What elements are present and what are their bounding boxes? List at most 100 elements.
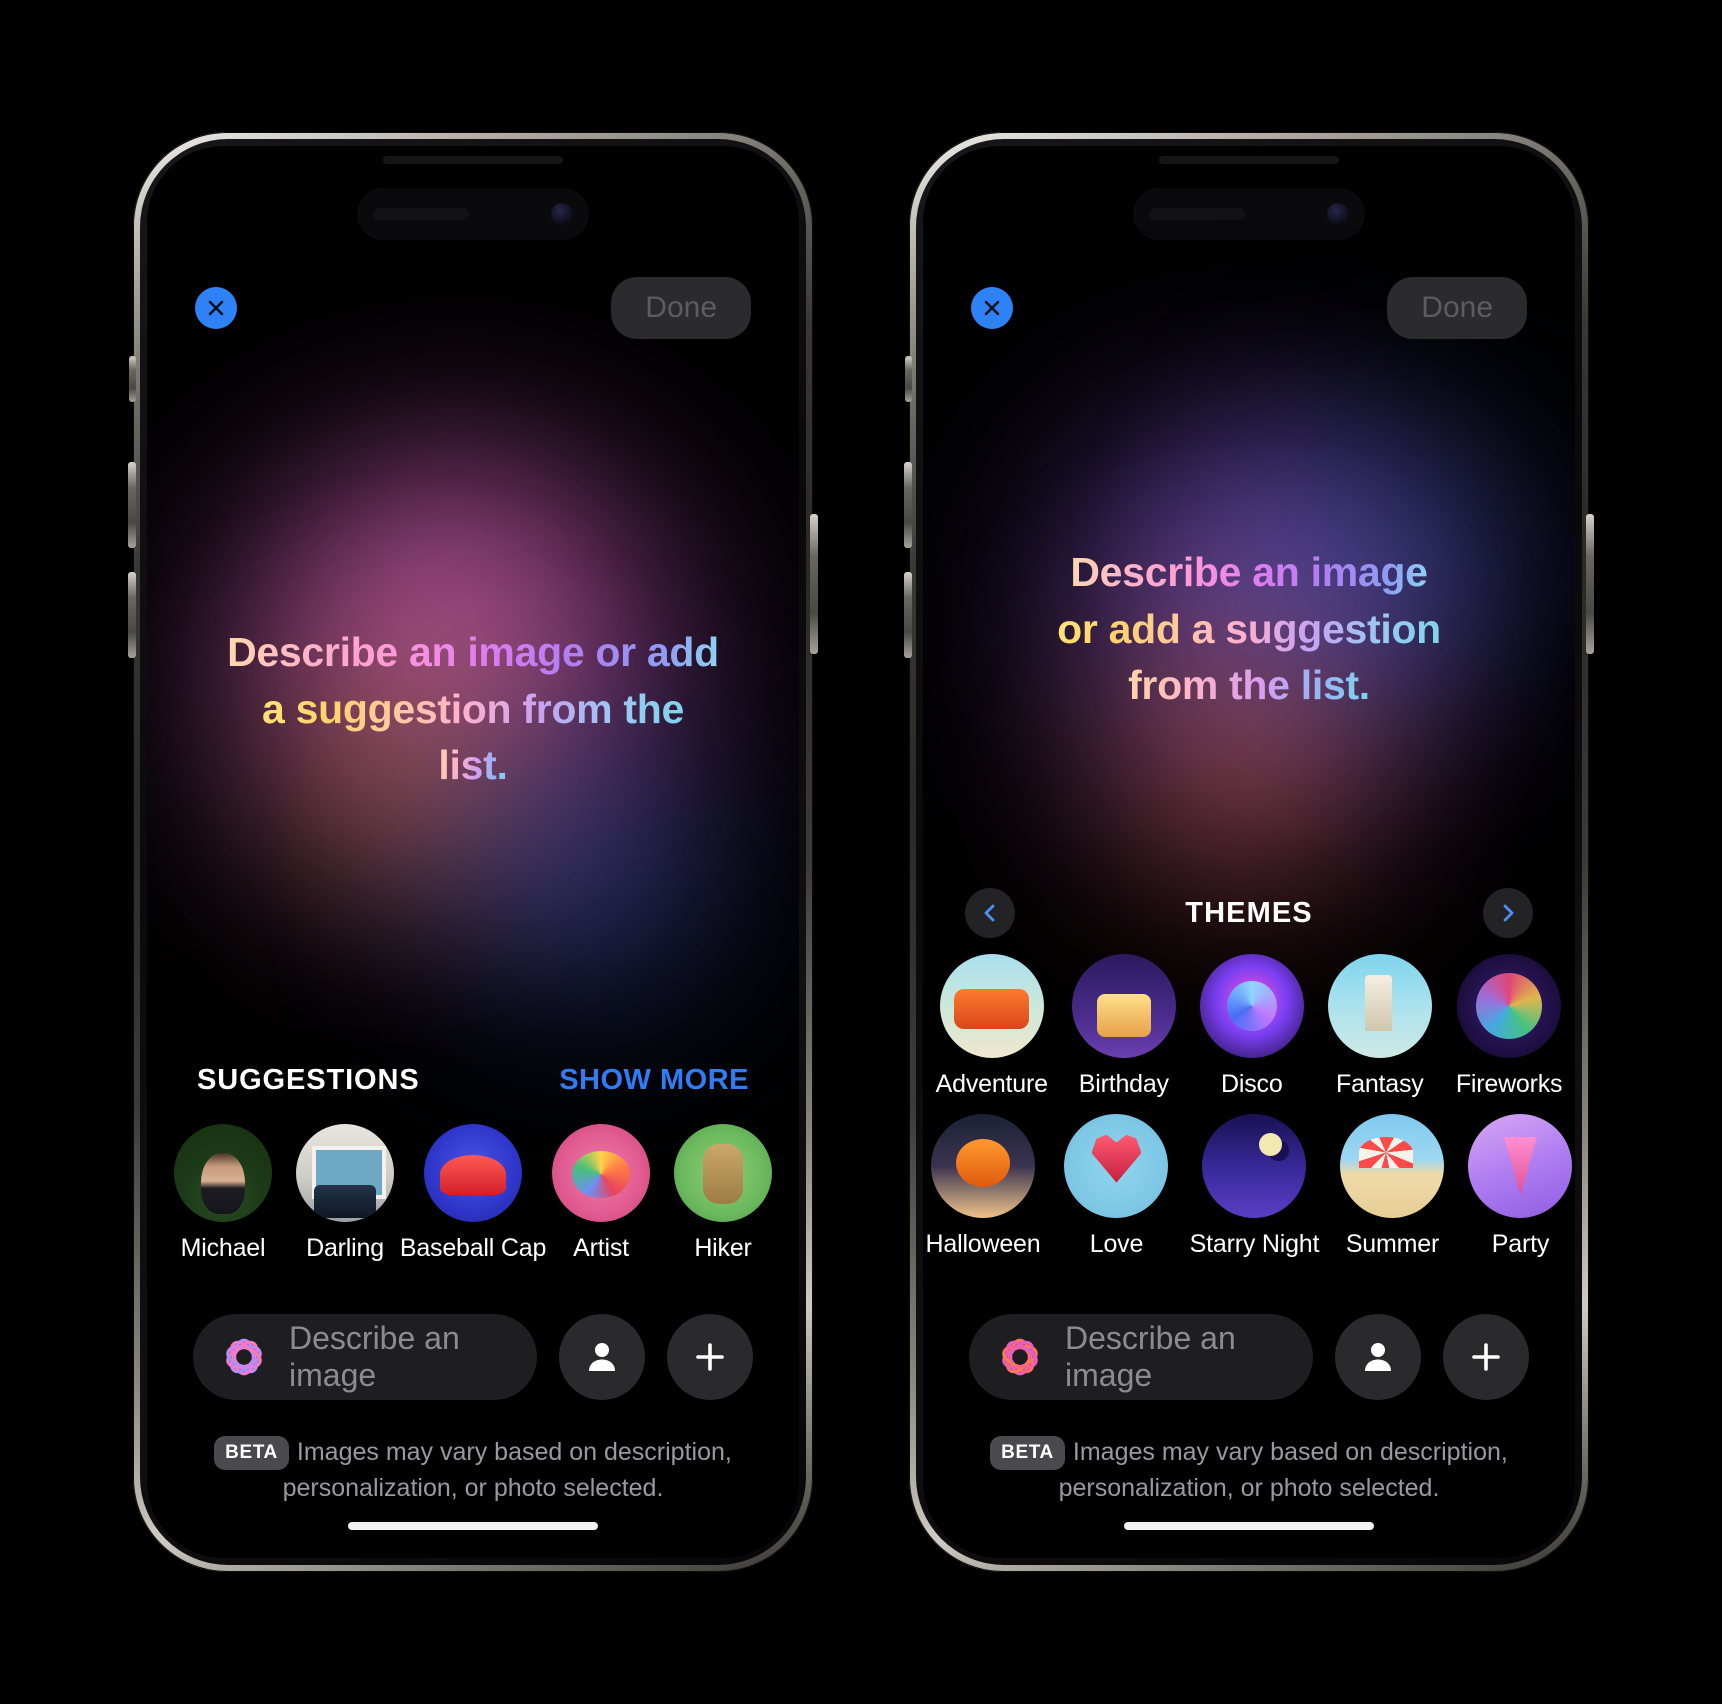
theme-thumbnail [1071, 954, 1176, 1058]
theme-label: Party [1491, 1230, 1550, 1258]
theme-thumbnail [931, 1114, 1035, 1218]
headline-line-3: list. [438, 742, 508, 789]
theme-thumbnail [1468, 1114, 1573, 1218]
fantasy-castle-icon [1327, 954, 1432, 1058]
person-button[interactable] [559, 1314, 645, 1400]
adventure-jeep-icon [939, 954, 1044, 1058]
top-bar: Done [147, 277, 799, 339]
done-button[interactable]: Done [611, 277, 751, 339]
suggestion-item[interactable]: Baseball Cap [400, 1124, 546, 1263]
suggestion-item[interactable]: Darling [296, 1124, 394, 1263]
themes-prev-button[interactable] [965, 888, 1015, 938]
theme-thumbnail [1340, 1114, 1445, 1218]
suggestions-title: SUGGESTIONS [197, 1064, 420, 1096]
apple-intelligence-icon [1002, 1338, 1038, 1376]
theme-thumbnail [1064, 1114, 1169, 1218]
apple-intelligence-icon [226, 1338, 262, 1376]
volume-up-button[interactable] [128, 462, 136, 548]
silent-switch[interactable] [905, 356, 912, 402]
add-button[interactable] [1443, 1314, 1529, 1400]
theme-item[interactable]: Party [1468, 1114, 1573, 1259]
phone-screen-left: Done Describe an image or add a suggesti… [147, 146, 799, 1558]
person-icon [589, 1343, 615, 1371]
chevron-right-icon [1503, 904, 1514, 922]
silent-switch[interactable] [129, 356, 136, 402]
page-title: Describe an image or add a suggestion fr… [147, 624, 799, 794]
theme-item[interactable]: Adventure [936, 954, 1048, 1099]
home-indicator[interactable] [348, 1522, 598, 1530]
fireworks-icon [1457, 954, 1562, 1058]
michael-portrait-icon [174, 1124, 272, 1222]
theme-thumbnail [1199, 954, 1304, 1058]
theme-label: Adventure [935, 1070, 1048, 1098]
disco-ball-icon [1199, 954, 1304, 1058]
theme-item[interactable]: Birthday [1071, 954, 1176, 1099]
suggestion-label: Baseball Cap [399, 1234, 547, 1262]
show-more-link[interactable]: SHOW MORE [559, 1064, 749, 1097]
close-button[interactable] [971, 287, 1013, 329]
suggestion-item[interactable]: Artist [552, 1124, 650, 1263]
beta-disclaimer: BETA Images may vary based on description… [923, 1434, 1575, 1507]
suggestion-thumbnail [296, 1124, 394, 1222]
suggestion-item[interactable]: Hiker [674, 1124, 772, 1263]
phone-left: Done Describe an image or add a suggesti… [128, 132, 818, 1572]
beta-disclaimer: BETA Images may vary based on description… [147, 1434, 799, 1507]
headline-line-1: Describe an image [1070, 549, 1428, 595]
close-icon [208, 300, 224, 316]
image-playground-content-right: Done Describe an image or add a suggesti… [923, 146, 1575, 1558]
power-button[interactable] [810, 514, 818, 654]
darling-photo-icon [296, 1124, 394, 1222]
screenshot-stage: Done Describe an image or add a suggesti… [0, 0, 1722, 1704]
suggestion-label: Michael [180, 1234, 266, 1262]
headline-line-3: from the list. [1128, 662, 1370, 709]
close-button[interactable] [195, 287, 237, 329]
theme-item[interactable]: Fantasy [1327, 954, 1432, 1099]
theme-item[interactable]: Love [1064, 1114, 1169, 1259]
disclaimer-text: Images may vary based on description, pe… [1058, 1438, 1508, 1503]
theme-item[interactable]: Fireworks [1456, 954, 1563, 1099]
suggestion-thumbnail [174, 1124, 272, 1222]
headline-line-2: a suggestion from the [262, 685, 684, 732]
volume-down-button[interactable] [904, 572, 912, 658]
theme-label: Halloween [925, 1230, 1041, 1258]
theme-label: Love [1089, 1230, 1144, 1258]
theme-item[interactable]: Starry Night [1190, 1114, 1319, 1259]
suggestions-row: Michael Darling Baseball Cap Artist Hike… [147, 1124, 799, 1263]
halloween-pumpkin-icon [931, 1114, 1035, 1218]
done-button[interactable]: Done [1387, 277, 1527, 339]
describe-image-input[interactable]: Describe an image [969, 1314, 1313, 1400]
volume-up-button[interactable] [904, 462, 912, 548]
beta-badge: BETA [214, 1436, 289, 1470]
person-button[interactable] [1335, 1314, 1421, 1400]
power-button[interactable] [1586, 514, 1594, 654]
beta-badge: BETA [990, 1436, 1065, 1470]
theme-label: Starry Night [1189, 1230, 1320, 1258]
themes-row-1: Adventure Birthday Disco Fantasy Firewor… [923, 954, 1575, 1099]
suggestion-item[interactable]: Michael [174, 1124, 272, 1263]
themes-next-button[interactable] [1482, 888, 1533, 938]
suggestions-header: SUGGESTIONS SHOW MORE [147, 1064, 799, 1097]
themes-row-2: Halloween Love Starry Night Summer Party [923, 1114, 1575, 1259]
add-button[interactable] [667, 1314, 753, 1400]
baseball-cap-icon [424, 1124, 522, 1222]
chevron-left-icon [984, 904, 995, 922]
suggestion-label: Hiker [694, 1234, 752, 1262]
phone-screen-right: Done Describe an image or add a suggesti… [923, 146, 1575, 1558]
describe-image-input[interactable]: Describe an image [193, 1314, 537, 1400]
themes-title: THEMES [1185, 896, 1313, 929]
theme-item[interactable]: Disco [1199, 954, 1304, 1099]
disclaimer-text: Images may vary based on description, pe… [282, 1438, 732, 1503]
headline-line-2: or add a suggestion [1057, 605, 1441, 652]
image-playground-content-left: Done Describe an image or add a suggesti… [147, 146, 799, 1558]
volume-down-button[interactable] [128, 572, 136, 658]
artist-palette-icon [552, 1124, 650, 1222]
theme-thumbnail [1202, 1114, 1307, 1218]
summer-beach-icon [1340, 1114, 1445, 1218]
home-indicator[interactable] [1124, 1522, 1374, 1530]
birthday-cake-icon [1071, 954, 1176, 1058]
theme-thumbnail [1457, 954, 1562, 1058]
phone-right: Done Describe an image or add a suggesti… [904, 132, 1594, 1572]
theme-label: Summer [1345, 1230, 1440, 1258]
theme-item[interactable]: Summer [1340, 1114, 1445, 1259]
theme-item[interactable]: Halloween [926, 1114, 1041, 1259]
